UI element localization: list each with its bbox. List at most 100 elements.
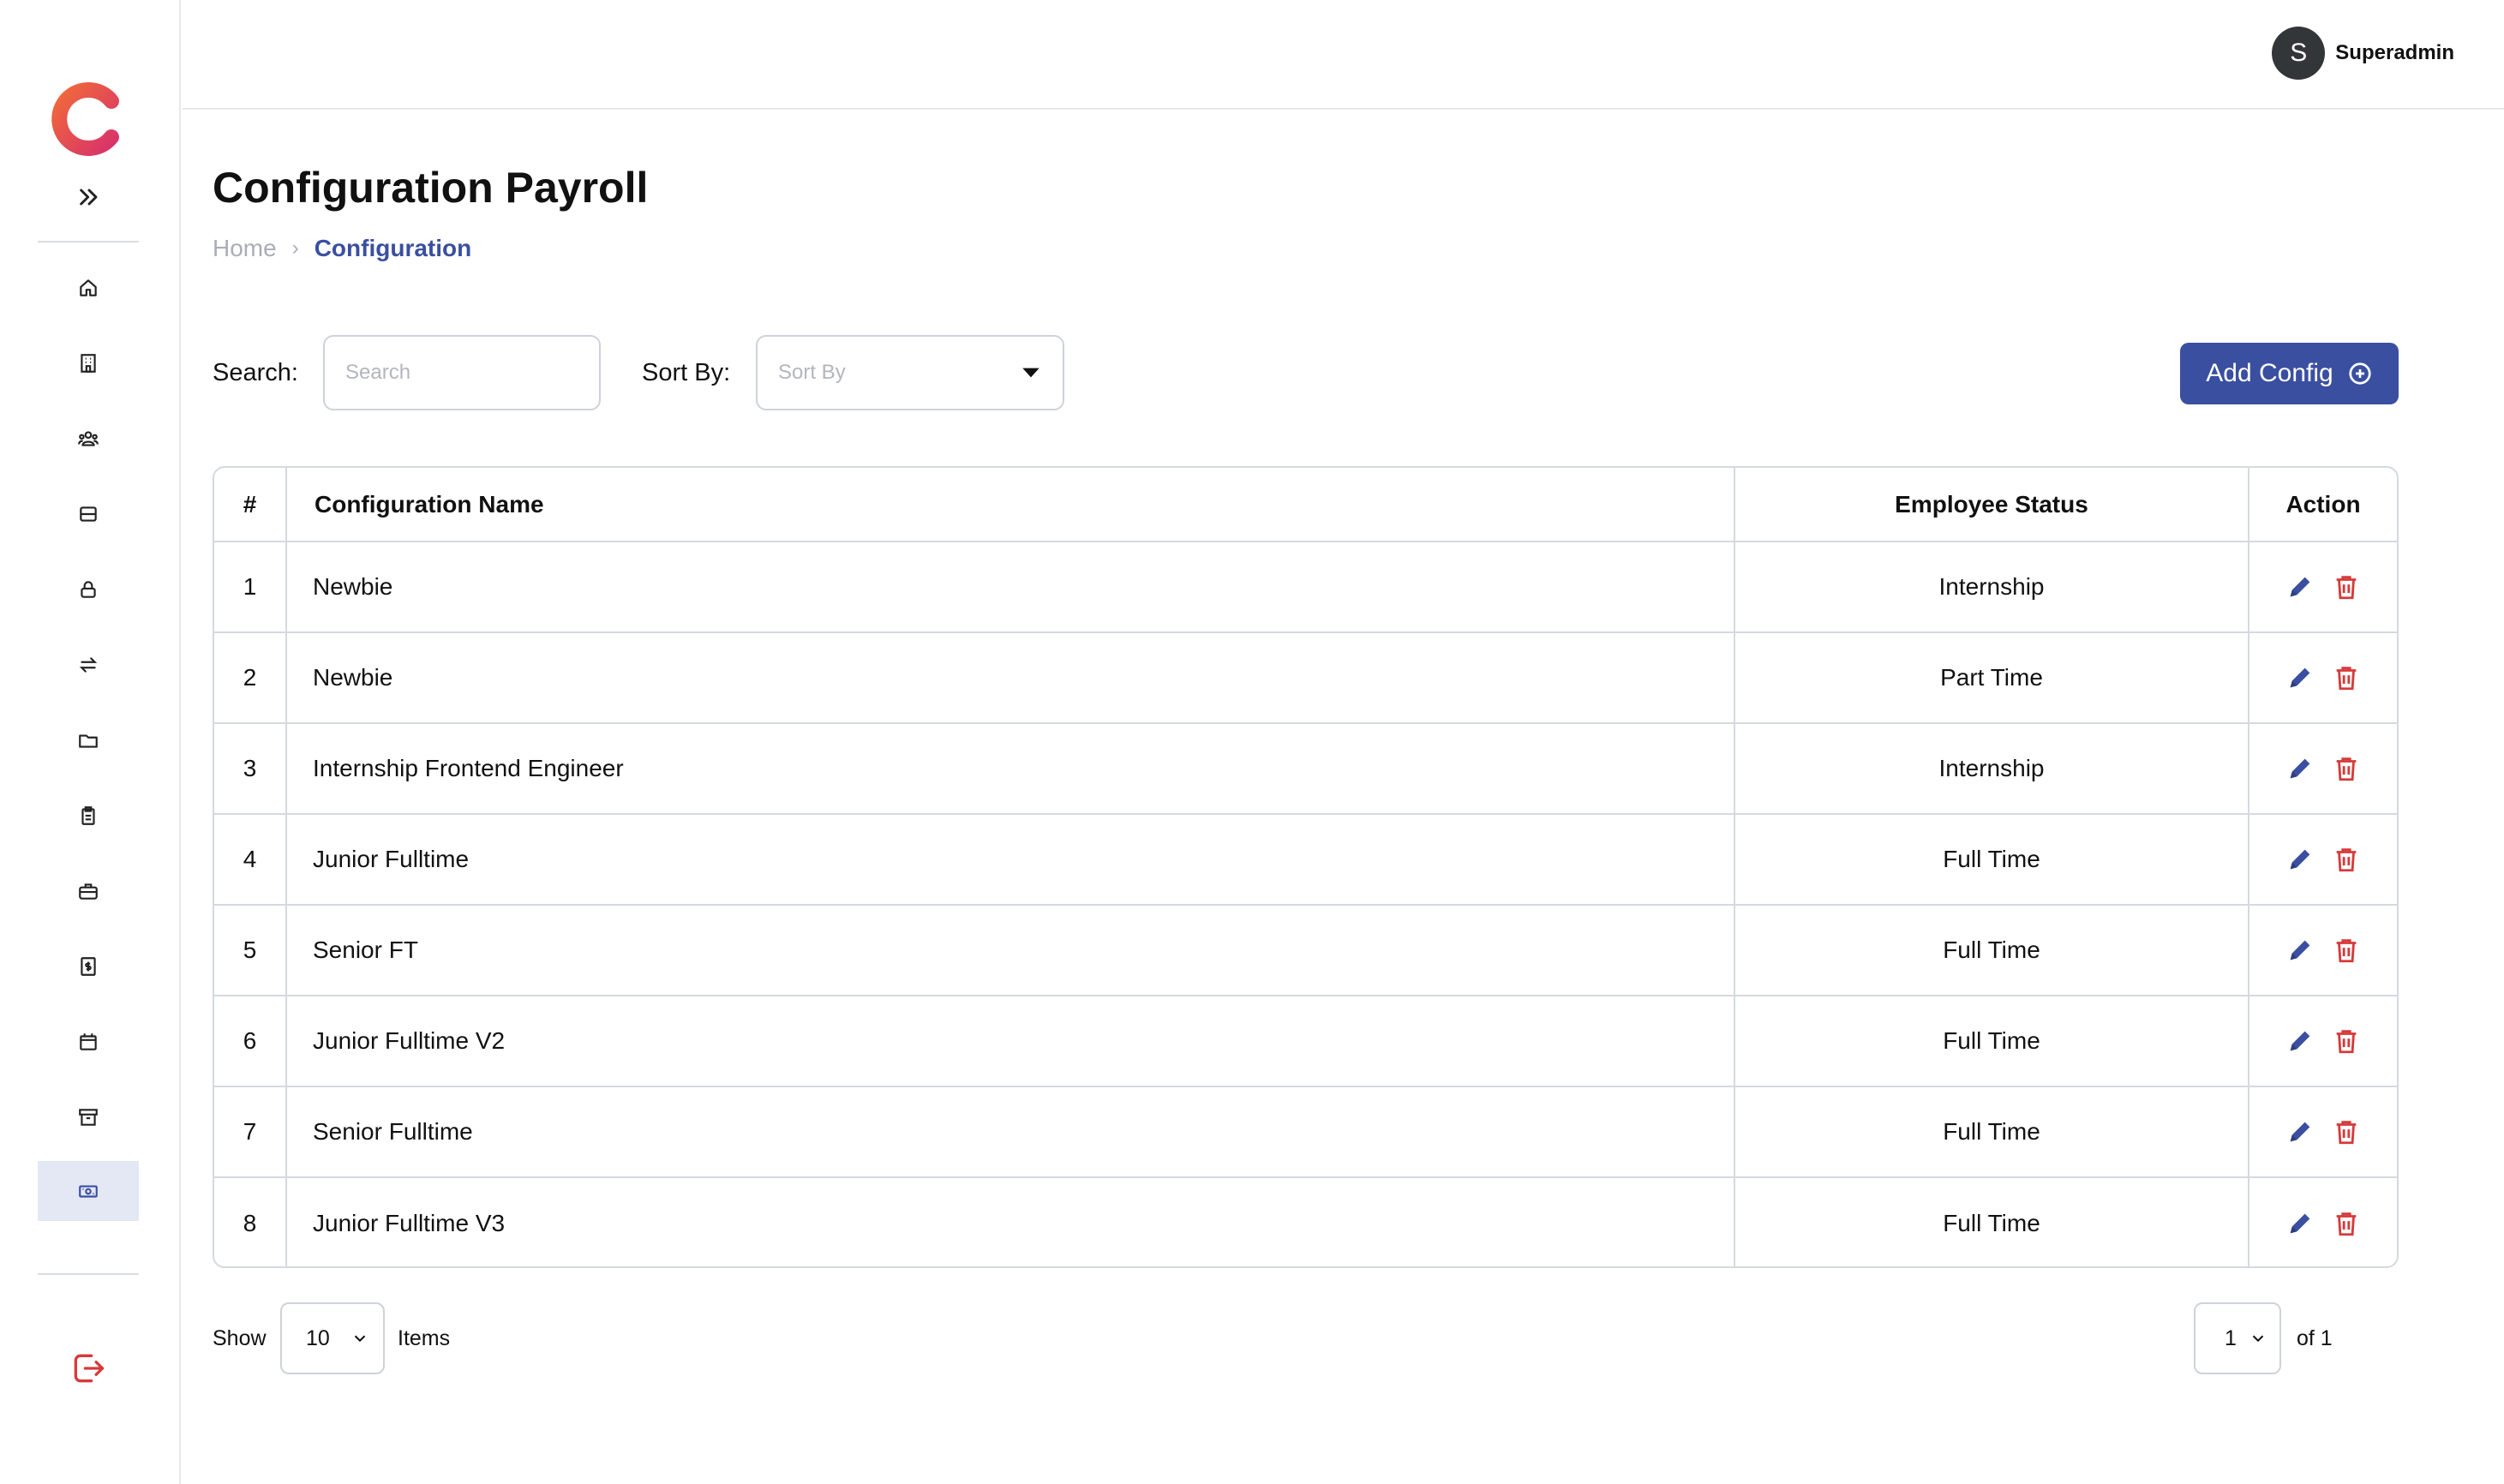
chevron-down-icon (2252, 1335, 2264, 1343)
table-row: 5 Senior FT Full Time (214, 905, 2397, 996)
sidebar-divider (38, 241, 139, 242)
page-size-select[interactable]: 10 (280, 1302, 385, 1374)
row-number: 8 (214, 1177, 287, 1266)
avatar: S (2272, 27, 2326, 80)
delete-trash-icon[interactable] (2331, 933, 2362, 967)
items-label: Items (398, 1326, 451, 1350)
logout-icon[interactable] (67, 1347, 110, 1390)
table-row: 3 Internship Frontend Engineer Internship (214, 723, 2397, 815)
table-header-row: # Configuration Name Employee Status Act… (214, 468, 2397, 542)
config-name-cell: Junior Fulltime (286, 814, 1735, 906)
action-cell (2249, 996, 2397, 1087)
edit-pencil-icon[interactable] (2285, 570, 2315, 604)
chevron-down-icon (354, 1335, 366, 1343)
server-icon (80, 506, 97, 522)
table-row: 8 Junior Fulltime V3 Full Time (214, 1177, 2397, 1266)
sidebar-item-tasks[interactable] (38, 786, 139, 846)
action-cell (2249, 1177, 2397, 1266)
config-name-cell: Junior Fulltime V2 (286, 996, 1735, 1087)
edit-pencil-icon[interactable] (2285, 751, 2315, 786)
row-number: 6 (214, 996, 287, 1087)
edit-pencil-icon[interactable] (2285, 661, 2315, 695)
archive-icon (79, 1109, 98, 1126)
delete-trash-icon[interactable] (2331, 1115, 2362, 1149)
config-name-cell: Senior Fulltime (286, 1086, 1735, 1178)
sidebar-item-access[interactable] (38, 559, 139, 619)
config-name-cell: Junior Fulltime V3 (286, 1177, 1735, 1266)
row-number: 4 (214, 814, 287, 906)
sort-label: Sort By: (642, 359, 731, 386)
table-row: 6 Junior Fulltime V2 Full Time (214, 996, 2397, 1087)
building-icon (81, 354, 96, 373)
chevron-right-icon: › (291, 236, 299, 260)
add-config-button[interactable]: Add Config (2180, 343, 2399, 404)
sidebar-item-company[interactable] (38, 333, 139, 393)
sidebar-item-calendar[interactable] (38, 1012, 139, 1072)
user-menu[interactable]: S Superadmin (2272, 26, 2454, 81)
search-input[interactable] (323, 335, 601, 410)
delete-trash-icon[interactable] (2331, 751, 2362, 786)
delete-trash-icon[interactable] (2331, 1024, 2362, 1058)
delete-trash-icon[interactable] (2331, 570, 2362, 604)
employee-status-cell: Internship (1734, 723, 2249, 815)
page-total: of 1 (2297, 1326, 2333, 1350)
edit-pencil-icon[interactable] (2285, 1115, 2315, 1149)
config-table: # Configuration Name Employee Status Act… (213, 466, 2399, 1268)
breadcrumb: Home › Configuration (213, 235, 471, 262)
header-employee-status: Employee Status (1734, 468, 2249, 542)
plus-circle-icon (2349, 362, 2371, 385)
employee-status-cell: Full Time (1734, 1086, 2249, 1178)
transfer-icon (79, 657, 98, 673)
top-bar: S Superadmin (183, 0, 2504, 110)
row-number: 3 (214, 723, 287, 815)
table-row: 1 Newbie Internship (214, 542, 2397, 633)
delete-trash-icon[interactable] (2331, 842, 2362, 877)
app-root: S Superadmin Configuration Payroll Home … (0, 0, 2504, 1484)
edit-pencil-icon[interactable] (2285, 1206, 2315, 1241)
action-cell (2249, 1086, 2397, 1178)
action-cell (2249, 905, 2397, 996)
table-row: 7 Senior Fulltime Full Time (214, 1086, 2397, 1178)
clipboard-icon (81, 806, 95, 825)
sidebar-item-home[interactable] (38, 258, 139, 318)
sidebar-item-servers[interactable] (38, 484, 139, 544)
config-name-cell: Senior FT (286, 905, 1735, 996)
edit-pencil-icon[interactable] (2285, 1024, 2315, 1058)
delete-trash-icon[interactable] (2331, 661, 2362, 695)
sidebar-item-archive[interactable] (38, 1087, 139, 1147)
sidebar-item-jobs[interactable] (38, 861, 139, 921)
sidebar-item-employees[interactable] (38, 409, 139, 469)
sidebar-item-finance[interactable] (38, 936, 139, 996)
config-name-cell: Internship Frontend Engineer (286, 723, 1735, 815)
sidebar-item-documents[interactable] (38, 710, 139, 770)
add-config-label: Add Config (2206, 359, 2333, 387)
breadcrumb-home[interactable]: Home (213, 235, 277, 262)
employee-status-cell: Full Time (1734, 905, 2249, 996)
action-cell (2249, 814, 2397, 906)
users-icon (78, 431, 99, 446)
briefcase-icon (79, 883, 98, 900)
caret-down-icon (1022, 368, 1039, 378)
employee-status-cell: Internship (1734, 542, 2249, 633)
sort-by-select[interactable]: Sort By (756, 335, 1064, 410)
folder-icon (79, 734, 98, 748)
config-name-cell: Newbie (286, 542, 1735, 633)
page-title: Configuration Payroll (213, 164, 649, 212)
home-icon (80, 279, 97, 296)
page-number-value: 1 (2225, 1325, 2237, 1350)
sidebar (0, 0, 181, 1484)
sidebar-item-payroll[interactable] (38, 1161, 139, 1221)
header-num: # (214, 468, 287, 542)
expand-sidebar-icon[interactable] (72, 180, 106, 214)
edit-pencil-icon[interactable] (2285, 842, 2315, 877)
row-number: 5 (214, 905, 287, 996)
delete-trash-icon[interactable] (2331, 1206, 2362, 1241)
sidebar-item-transfer[interactable] (38, 635, 139, 695)
payroll-money-icon (79, 1185, 98, 1198)
page-number-select[interactable]: 1 (2194, 1302, 2281, 1374)
row-number: 7 (214, 1086, 287, 1178)
table-row: 2 Newbie Part Time (214, 632, 2397, 724)
brand-logo-icon[interactable] (51, 82, 125, 156)
lock-icon (81, 581, 96, 598)
edit-pencil-icon[interactable] (2285, 933, 2315, 967)
